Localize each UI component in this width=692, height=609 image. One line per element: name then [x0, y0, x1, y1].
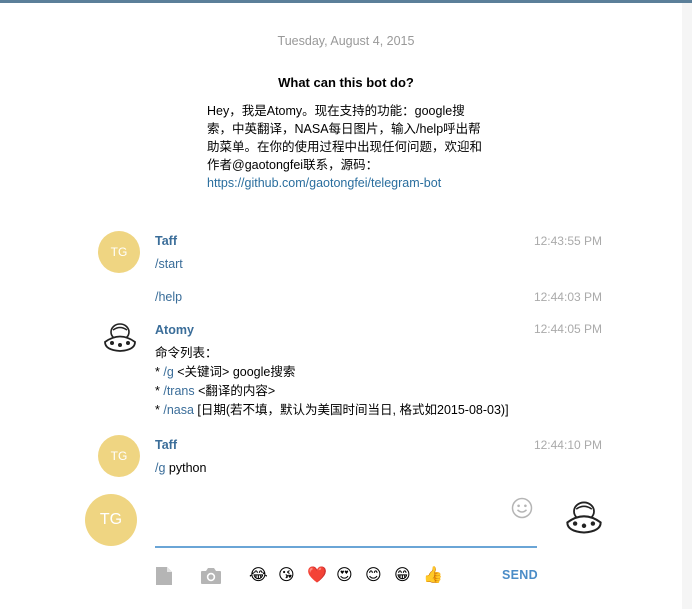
message-line: * /g <关键词> google搜索	[155, 363, 295, 382]
avatar[interactable]: TG	[98, 231, 140, 273]
bot-info-link[interactable]: https://github.com/gaotongfei/telegram-b…	[207, 176, 441, 190]
message-input[interactable]	[155, 546, 537, 548]
robot-icon[interactable]	[564, 500, 604, 536]
bot-info-description: Hey，我是Atomy。现在支持的功能：google搜索，中英翻译，NASA每日…	[207, 102, 483, 192]
message-time: 12:44:10 PM	[533, 438, 602, 452]
message-line: * /trans <翻译的内容>	[155, 382, 275, 401]
message-sender[interactable]: Taff	[155, 438, 177, 452]
message-text[interactable]: /help	[155, 288, 182, 307]
command-link[interactable]: /trans	[163, 384, 194, 398]
command-desc: [日期(若不填，默认为美国时间当日, 格式如2015-08-03)]	[193, 403, 509, 417]
robot-icon[interactable]	[102, 322, 138, 354]
command-link[interactable]: /g	[155, 461, 165, 475]
bot-info-text: Hey，我是Atomy。现在支持的功能：google搜索，中英翻译，NASA每日…	[207, 104, 483, 172]
self-avatar[interactable]: TG	[85, 494, 137, 546]
emoji-thumbs-up[interactable]: 👍	[423, 566, 443, 586]
message-time: 12:43:55 PM	[533, 234, 602, 248]
window-top-bar	[0, 0, 692, 3]
emoji-grin[interactable]: 😁	[394, 566, 411, 586]
command-link[interactable]: /g	[163, 365, 173, 379]
command-link[interactable]: /nasa	[163, 403, 194, 417]
command-desc: <翻译的内容>	[194, 384, 276, 398]
camera-icon[interactable]	[200, 567, 222, 585]
message-sender[interactable]: Atomy	[155, 323, 194, 337]
document-icon[interactable]	[155, 566, 173, 586]
message-time: 12:44:05 PM	[533, 322, 602, 336]
emoji-heart-eyes[interactable]: 😍	[336, 566, 353, 586]
emoji-heart[interactable]: ❤️	[307, 566, 327, 586]
bot-info-title: What can this bot do?	[278, 75, 414, 90]
avatar[interactable]: TG	[98, 435, 140, 477]
message-line: 命令列表：	[155, 346, 218, 360]
scrollbar-track[interactable]	[682, 3, 692, 609]
emoji-smile[interactable]: 😊	[365, 566, 382, 586]
command-desc: <关键词> google搜索	[173, 365, 296, 379]
emoji-kiss[interactable]: 😘	[278, 566, 295, 586]
smiley-icon[interactable]	[511, 497, 533, 519]
command-arg: python	[165, 461, 207, 475]
message-line: * /nasa [日期(若不填，默认为美国时间当日, 格式如2015-08-03…	[155, 401, 509, 420]
message-text[interactable]: /start	[155, 255, 183, 274]
emoji-laughing[interactable]: 😂	[249, 566, 268, 586]
message-sender[interactable]: Taff	[155, 234, 177, 248]
message-time: 12:44:03 PM	[533, 290, 602, 304]
message-text: /g python	[155, 459, 206, 478]
date-separator: Tuesday, August 4, 2015	[277, 34, 415, 48]
send-button[interactable]: SEND	[502, 568, 538, 582]
